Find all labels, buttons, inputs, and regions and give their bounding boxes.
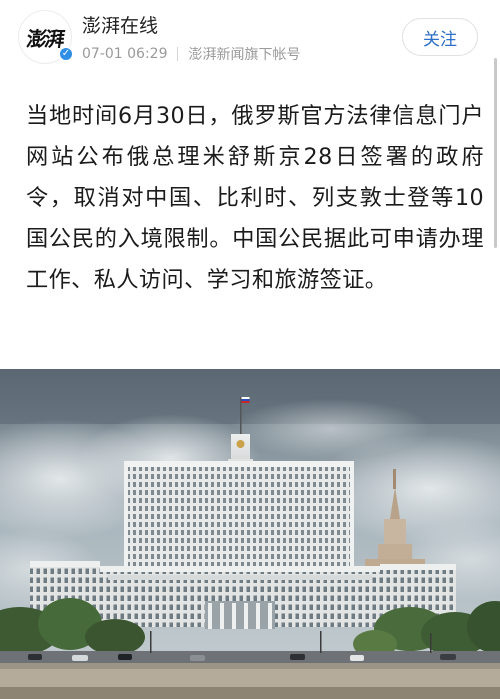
post-photo[interactable] [0, 369, 500, 699]
follow-button[interactable]: 关注 [402, 18, 478, 56]
post-header: 澎湃 ✓ 澎湃在线 07-01 06:29 澎湃新闻旗下帐号 关注 [0, 0, 500, 72]
meta-divider [177, 47, 179, 61]
check-badge-icon: ✓ [58, 46, 74, 62]
post-body-text: 当地时间6月30日，俄罗斯官方法律信息门户网站公布俄总理米舒斯京28日签署的政府… [26, 103, 484, 293]
thepaper-logo: 澎湃 [25, 26, 65, 51]
weibo-post: 澎湃 ✓ 澎湃在线 07-01 06:29 澎湃新闻旗下帐号 关注 当地时间6月… [0, 0, 500, 699]
post-source: 澎湃新闻旗下帐号 [188, 47, 301, 63]
post-meta: 07-01 06:29 澎湃新闻旗下帐号 [82, 44, 300, 64]
post-timestamp: 07-01 06:29 [82, 46, 168, 62]
white-house-photo [0, 369, 500, 699]
scrollbar-thumb[interactable] [494, 58, 497, 248]
account-name[interactable]: 澎湃在线 [82, 11, 158, 38]
avatar[interactable]: 澎湃 ✓ [18, 10, 74, 64]
